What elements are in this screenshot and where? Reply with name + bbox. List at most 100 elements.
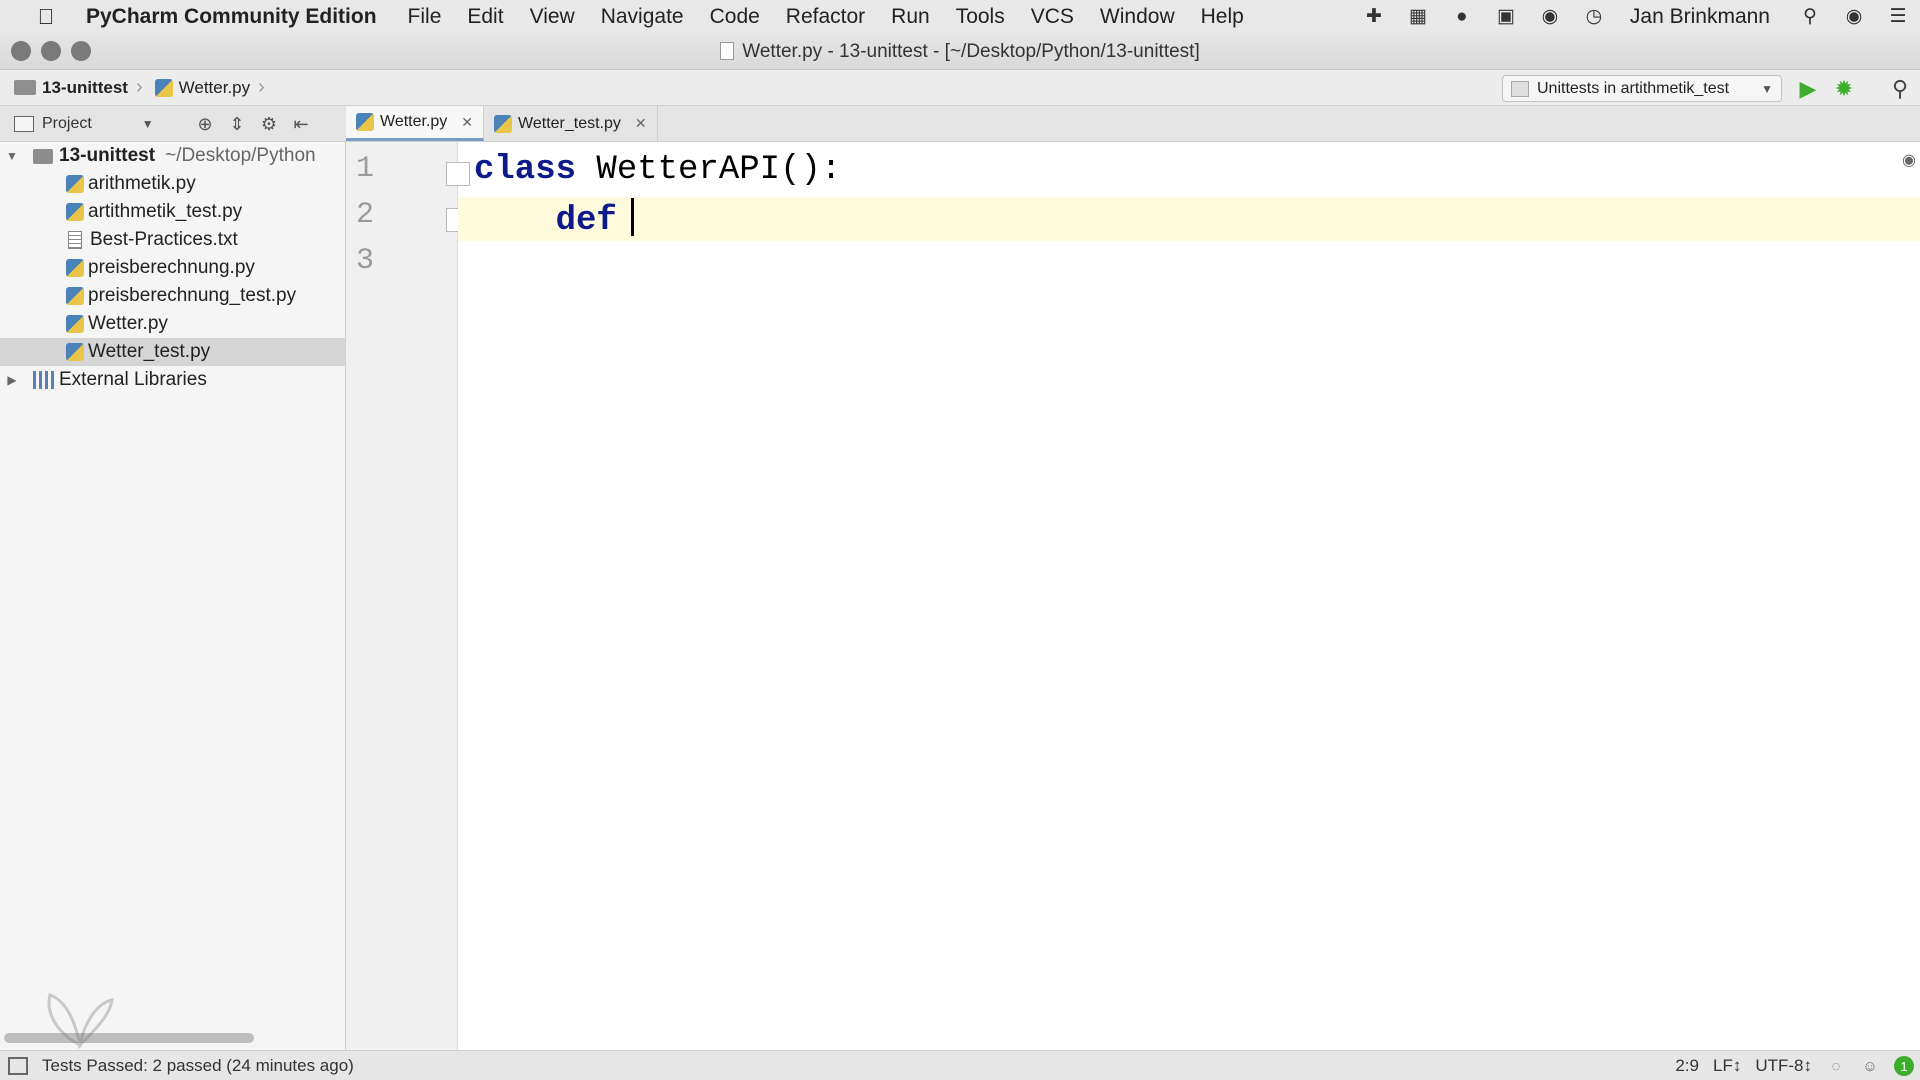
search-everywhere-icon[interactable]: ⚲ bbox=[1886, 75, 1914, 103]
window-title-text: Wetter.py - 13-unittest - [~/Desktop/Pyt… bbox=[742, 41, 1200, 62]
scroll-from-source-icon[interactable]: ⊕ bbox=[192, 112, 218, 136]
python-file-icon bbox=[66, 175, 84, 193]
leaf-icon[interactable]: ● bbox=[1447, 5, 1477, 29]
event-log-badge[interactable]: 1 bbox=[1894, 1056, 1914, 1076]
expand-arrow-icon[interactable]: ▼ bbox=[5, 149, 19, 163]
tab-wetter-test-py[interactable]: Wetter_test.py ✕ bbox=[484, 106, 658, 141]
folder-icon bbox=[14, 80, 36, 95]
python-file-icon bbox=[494, 114, 513, 133]
python-file-icon bbox=[66, 315, 84, 333]
fold-marker-icon[interactable] bbox=[446, 162, 470, 186]
tree-file-label: Wetter.py bbox=[88, 313, 168, 334]
tree-file-label: preisberechnung.py bbox=[88, 257, 255, 278]
menu-view[interactable]: View bbox=[517, 5, 588, 29]
breadcrumb-separator-icon: › bbox=[258, 76, 265, 98]
menu-window[interactable]: Window bbox=[1087, 5, 1188, 29]
line-separator-selector[interactable]: LF↕ bbox=[1713, 1056, 1741, 1076]
breadcrumb-project-label: 13-unittest bbox=[42, 77, 128, 97]
python-file-icon bbox=[66, 203, 84, 221]
app-menu[interactable]: PyCharm Community Edition bbox=[86, 5, 377, 29]
menu-refactor[interactable]: Refactor bbox=[773, 5, 878, 29]
test-config-icon bbox=[1511, 80, 1529, 97]
siri-icon[interactable]: ◉ bbox=[1839, 5, 1869, 29]
notification-center-icon[interactable]: ☰ bbox=[1883, 5, 1913, 29]
tree-root-label: 13-unittest bbox=[59, 145, 156, 166]
apple-icon[interactable]:  bbox=[26, 4, 66, 30]
butterfly-watermark-icon bbox=[47, 993, 114, 1050]
encoding-selector[interactable]: UTF-8↕ bbox=[1755, 1056, 1812, 1076]
library-icon bbox=[33, 371, 55, 389]
eye-icon[interactable]: ◉ bbox=[1902, 150, 1916, 170]
menu-file[interactable]: File bbox=[395, 5, 455, 29]
status-bar: Tests Passed: 2 passed (24 minutes ago) … bbox=[0, 1050, 1920, 1080]
collapse-arrow-icon[interactable]: ▶ bbox=[5, 373, 19, 387]
tree-file-item[interactable]: Wetter.py bbox=[0, 310, 345, 338]
project-tree: ▼ 13-unittest ~/Desktop/Python arithmeti… bbox=[0, 142, 346, 1050]
menu-edit[interactable]: Edit bbox=[454, 5, 516, 29]
tab-wetter-py[interactable]: Wetter.py ✕ bbox=[346, 106, 485, 141]
collapse-all-icon[interactable]: ⇕ bbox=[224, 112, 250, 136]
menu-vcs[interactable]: VCS bbox=[1018, 5, 1087, 29]
tree-root-folder[interactable]: ▼ 13-unittest ~/Desktop/Python bbox=[0, 142, 345, 170]
tree-external-libraries[interactable]: ▶ External Libraries bbox=[0, 366, 345, 394]
time-machine-icon[interactable]: ◷ bbox=[1579, 5, 1609, 29]
editor-tab-bar: Wetter.py ✕ Wetter_test.py ✕ bbox=[346, 106, 1920, 142]
camera-icon[interactable]: ▣ bbox=[1491, 5, 1521, 29]
tool-windows-toggle-icon[interactable] bbox=[8, 1056, 28, 1075]
project-view-selector[interactable]: Project bbox=[42, 115, 92, 133]
text-caret bbox=[630, 198, 634, 236]
line-number: 2 bbox=[356, 198, 375, 232]
document-icon bbox=[720, 42, 735, 60]
editor-gutter: 1 2 3 bbox=[346, 142, 470, 1050]
debug-bug-icon[interactable]: ✹ bbox=[1830, 75, 1858, 103]
user-name[interactable]: Jan Brinkmann bbox=[1630, 5, 1770, 29]
chevron-down-icon: ▼ bbox=[1761, 81, 1773, 96]
macos-menu-bar:  PyCharm Community Edition File Edit Vi… bbox=[0, 0, 1920, 33]
breadcrumb-project[interactable]: 13-unittest bbox=[0, 78, 134, 98]
tree-file-item[interactable]: preisberechnung.py bbox=[0, 254, 345, 282]
tab-label: Wetter.py bbox=[380, 113, 448, 130]
python-file-icon bbox=[154, 78, 173, 97]
caret-position[interactable]: 2:9 bbox=[1675, 1056, 1699, 1076]
python-file-icon bbox=[356, 113, 374, 131]
project-panel-header: Project ▼ ⊕ ⇕ ⚙ ⇤ bbox=[0, 106, 346, 142]
code-editor[interactable]: 1 2 3 class WetterAPI(): def ◉ bbox=[346, 142, 1920, 1050]
external-libraries-label: External Libraries bbox=[59, 369, 207, 390]
gear-icon[interactable]: ⚙ bbox=[256, 112, 282, 136]
menu-tools[interactable]: Tools bbox=[943, 5, 1018, 29]
close-icon[interactable]: ✕ bbox=[635, 115, 647, 132]
breadcrumb-file-label: Wetter.py bbox=[178, 77, 251, 97]
menu-help[interactable]: Help bbox=[1188, 5, 1257, 29]
spotlight-search-icon[interactable]: ⚲ bbox=[1795, 5, 1825, 29]
hector-inspector-icon[interactable]: ☺ bbox=[1860, 1058, 1880, 1075]
python-file-icon bbox=[66, 287, 84, 305]
tree-file-item-selected[interactable]: Wetter_test.py bbox=[0, 338, 345, 366]
tree-file-label: artithmetik_test.py bbox=[88, 201, 243, 222]
tree-file-label: preisberechnung_test.py bbox=[88, 285, 297, 306]
chevron-down-icon[interactable]: ▼ bbox=[142, 117, 154, 131]
hide-panel-icon[interactable]: ⇤ bbox=[288, 112, 314, 136]
menu-navigate[interactable]: Navigate bbox=[588, 5, 697, 29]
plus-puzzle-icon[interactable]: ✚ bbox=[1359, 5, 1389, 29]
chat-bubble-icon[interactable]: ◉ bbox=[1535, 5, 1565, 29]
run-configuration-dropdown[interactable]: Unittests in artithmetik_test ▼ bbox=[1502, 75, 1782, 102]
tree-file-item[interactable]: arithmetik.py bbox=[0, 170, 345, 198]
menu-code[interactable]: Code bbox=[697, 5, 773, 29]
folder-icon bbox=[33, 148, 53, 164]
tree-file-item[interactable]: preisberechnung_test.py bbox=[0, 282, 345, 310]
close-icon[interactable]: ✕ bbox=[461, 114, 473, 131]
tree-file-item[interactable]: Best-Practices.txt bbox=[0, 226, 345, 254]
project-view-icon bbox=[14, 115, 34, 132]
status-message[interactable]: Tests Passed: 2 passed (24 minutes ago) bbox=[42, 1056, 354, 1076]
run-button[interactable]: ▶ bbox=[1794, 75, 1822, 103]
current-line-highlight bbox=[458, 197, 1920, 241]
breadcrumb-file[interactable]: Wetter.py bbox=[145, 78, 257, 98]
calendar-icon[interactable]: ▦ bbox=[1403, 5, 1433, 29]
tree-file-label: Wetter_test.py bbox=[88, 341, 211, 362]
python-file-icon bbox=[66, 259, 84, 277]
tree-file-item[interactable]: artithmetik_test.py bbox=[0, 198, 345, 226]
lock-icon[interactable]: ◌ bbox=[1826, 1058, 1846, 1075]
navigation-bar: 13-unittest › Wetter.py › Unittests in a… bbox=[0, 70, 1920, 106]
menu-run[interactable]: Run bbox=[878, 5, 943, 29]
window-title: Wetter.py - 13-unittest - [~/Desktop/Pyt… bbox=[0, 41, 1920, 63]
